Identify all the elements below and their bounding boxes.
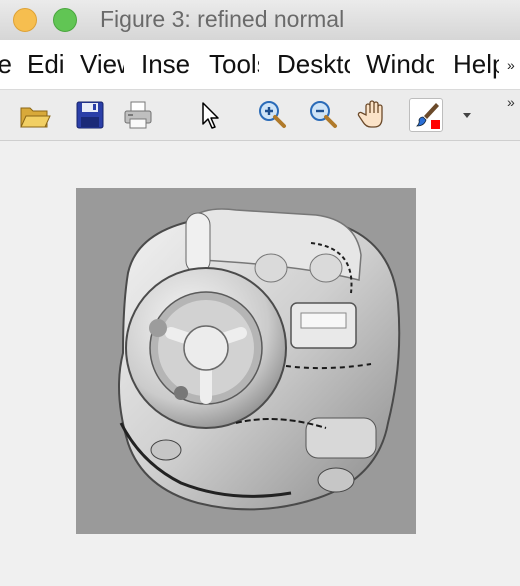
title-bar: Figure 3: refined normal: [0, 0, 520, 40]
save-figure-button[interactable]: [73, 98, 107, 132]
zoom-in-icon: [259, 101, 286, 128]
menu-insert[interactable]: Insert: [141, 49, 191, 80]
zoom-out-button[interactable]: [306, 98, 340, 132]
toolbar-overflow-button[interactable]: »: [507, 94, 515, 110]
zoom-out-icon: [310, 101, 337, 128]
menu-file[interactable]: File: [0, 49, 12, 80]
chevron-down-icon[interactable]: [460, 108, 474, 122]
figure-toolbar: »: [0, 90, 520, 141]
printer-icon: [124, 101, 152, 129]
menu-tools[interactable]: Tools: [209, 49, 259, 80]
menu-view[interactable]: View: [80, 49, 124, 80]
minimize-button[interactable]: [13, 8, 37, 32]
menu-overflow-button[interactable]: »: [507, 57, 515, 73]
brush-button[interactable]: [409, 98, 443, 132]
pan-button[interactable]: [357, 98, 391, 132]
brush-icon: [416, 103, 440, 129]
window-title: Figure 3: refined normal: [100, 6, 345, 32]
normal-map-image: [76, 188, 416, 534]
menu-help[interactable]: Help: [453, 49, 499, 80]
menu-window[interactable]: Window: [366, 49, 434, 80]
folder-open-icon: [20, 107, 51, 128]
menu-desktop[interactable]: Desktop: [277, 49, 350, 80]
zoom-button[interactable]: [53, 8, 77, 32]
open-file-button[interactable]: [18, 98, 52, 132]
floppy-disk-icon: [76, 101, 104, 129]
arrow-pointer-icon: [202, 102, 219, 129]
hand-icon: [357, 100, 383, 128]
menu-bar: File Edit View Insert Tools Desktop Wind…: [0, 40, 520, 90]
edit-plot-button[interactable]: [193, 98, 227, 132]
print-figure-button[interactable]: [121, 98, 155, 132]
menu-edit[interactable]: Edit: [27, 49, 63, 80]
zoom-in-button[interactable]: [255, 98, 289, 132]
